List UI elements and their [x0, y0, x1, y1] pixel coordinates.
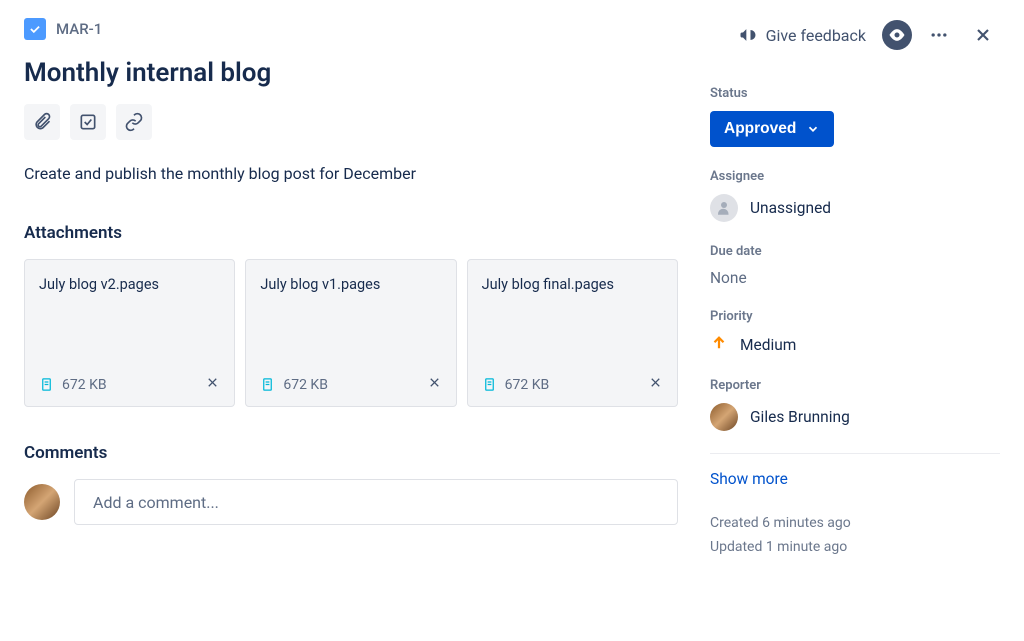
status-label: Status — [710, 86, 1000, 101]
reporter-value: Giles Brunning — [750, 408, 850, 426]
attachment-size: 672 KB — [283, 377, 328, 393]
reporter-label: Reporter — [710, 378, 1000, 393]
priority-label: Priority — [710, 309, 1000, 324]
attachment-delete-button[interactable] — [205, 375, 220, 394]
status-dropdown[interactable]: Approved — [710, 111, 834, 147]
eye-icon — [887, 25, 907, 45]
duedate-label: Due date — [710, 244, 1000, 259]
attachments-heading: Attachments — [24, 223, 678, 243]
comments-heading: Comments — [24, 443, 678, 463]
attachment-card[interactable]: July blog v2.pages 672 KB — [24, 259, 235, 407]
attachment-card[interactable]: July blog v1.pages 672 KB — [245, 259, 456, 407]
close-icon — [973, 25, 993, 45]
megaphone-icon — [738, 25, 758, 45]
attachment-name: July blog v1.pages — [260, 276, 441, 293]
attachment-name: July blog final.pages — [482, 276, 663, 293]
duedate-field[interactable]: None — [710, 269, 1000, 287]
status-value: Approved — [724, 120, 796, 138]
reporter-avatar — [710, 403, 738, 431]
attachment-name: July blog v2.pages — [39, 276, 220, 293]
updated-time: Updated 1 minute ago — [710, 536, 1000, 560]
dots-icon — [929, 25, 949, 45]
attach-button[interactable] — [24, 104, 60, 140]
comment-placeholder: Add a comment... — [93, 493, 219, 512]
give-feedback-button[interactable]: Give feedback — [732, 19, 872, 51]
show-more-link[interactable]: Show more — [710, 470, 1000, 488]
current-user-avatar — [24, 484, 60, 520]
timestamps: Created 6 minutes ago Updated 1 minute a… — [710, 512, 1000, 560]
comment-input[interactable]: Add a comment... — [74, 479, 678, 525]
breadcrumb[interactable]: MAR-1 — [24, 18, 102, 40]
duedate-value: None — [710, 269, 747, 287]
priority-field[interactable]: Medium — [710, 334, 1000, 356]
file-icon — [482, 377, 497, 392]
link-button[interactable] — [116, 104, 152, 140]
unassigned-avatar-icon — [710, 194, 738, 222]
watch-button[interactable] — [882, 20, 912, 50]
file-icon — [260, 377, 275, 392]
close-button[interactable] — [966, 18, 1000, 52]
attachment-delete-button[interactable] — [427, 375, 442, 394]
attachment-size: 672 KB — [62, 377, 107, 393]
assignee-value: Unassigned — [750, 199, 831, 217]
attachment-card[interactable]: July blog final.pages 672 KB — [467, 259, 678, 407]
priority-medium-icon — [710, 334, 728, 356]
priority-value: Medium — [740, 336, 796, 354]
more-actions-button[interactable] — [922, 18, 956, 52]
issue-title[interactable]: Monthly internal blog — [24, 58, 678, 88]
attachments-list: July blog v2.pages 672 KB July blog v1.p… — [24, 259, 678, 407]
add-child-button[interactable] — [70, 104, 106, 140]
file-icon — [39, 377, 54, 392]
assignee-field[interactable]: Unassigned — [710, 194, 1000, 222]
divider — [710, 453, 1000, 454]
issue-key[interactable]: MAR-1 — [56, 20, 102, 38]
created-time: Created 6 minutes ago — [710, 512, 1000, 536]
feedback-label: Give feedback — [766, 26, 866, 45]
reporter-field[interactable]: Giles Brunning — [710, 403, 1000, 431]
chevron-down-icon — [806, 122, 820, 136]
assignee-label: Assignee — [710, 169, 1000, 184]
issue-type-icon — [24, 18, 46, 40]
issue-description[interactable]: Create and publish the monthly blog post… — [24, 164, 678, 183]
attachment-size: 672 KB — [505, 377, 550, 393]
attachment-delete-button[interactable] — [648, 375, 663, 394]
